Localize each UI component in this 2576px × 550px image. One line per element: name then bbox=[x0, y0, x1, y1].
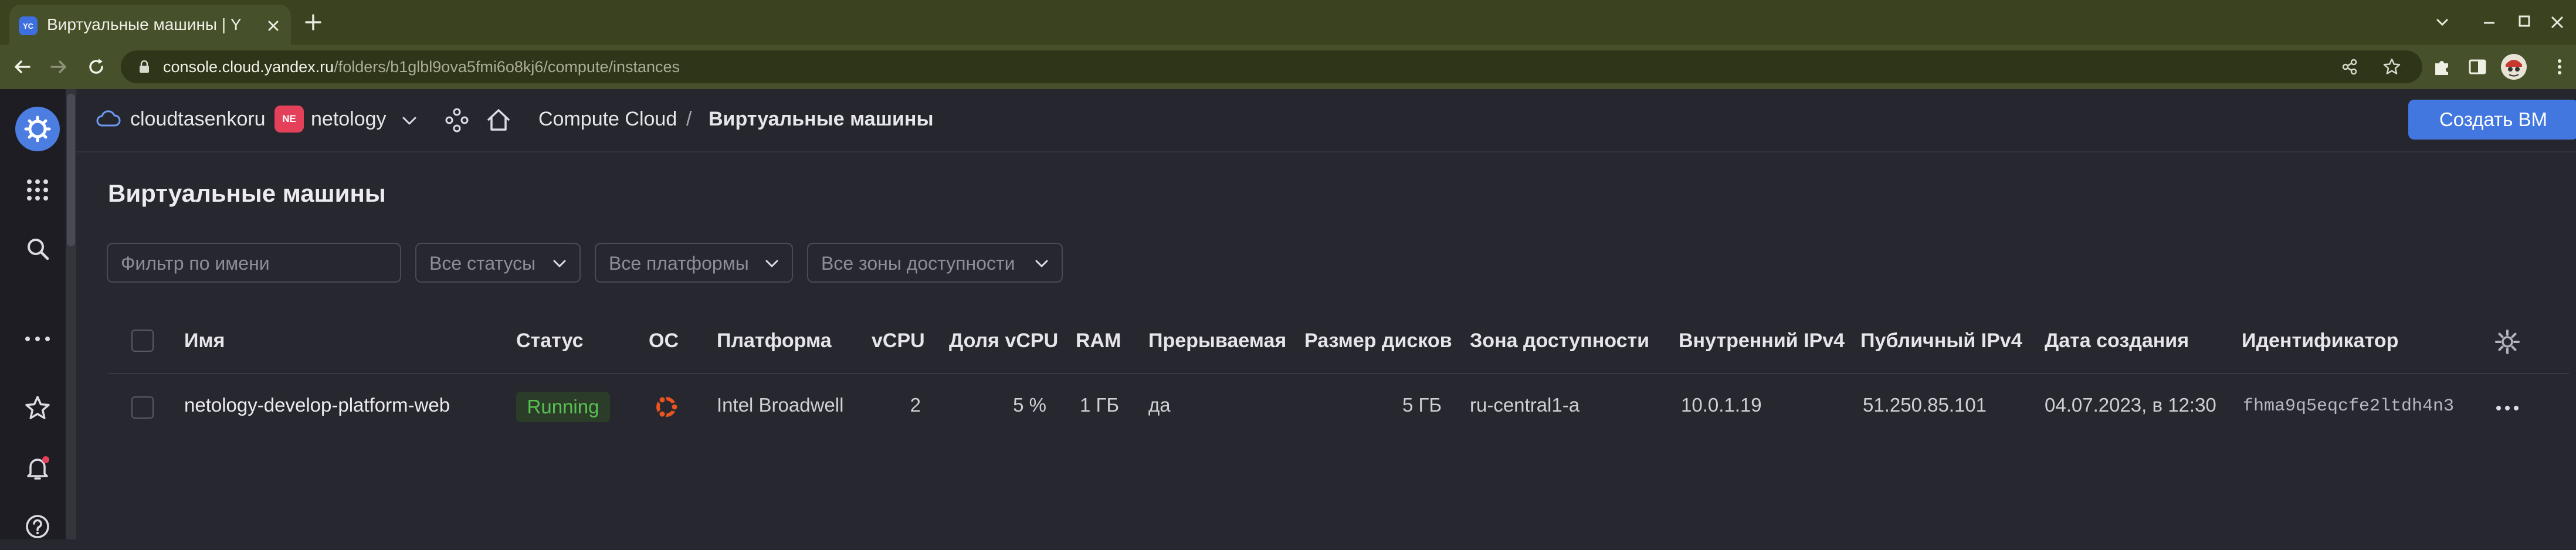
rail-all-services-button[interactable] bbox=[14, 167, 61, 213]
address-bar[interactable]: console.cloud.yandex.ru/folders/b1glbl9o… bbox=[121, 50, 2422, 83]
browser-title-bar: YC Виртуальные машины | Y bbox=[0, 0, 2576, 45]
ram-cell: 1 ГБ bbox=[1079, 394, 1119, 416]
help-icon bbox=[26, 515, 49, 538]
lock-icon[interactable] bbox=[136, 59, 152, 75]
column-header-status[interactable]: Статус bbox=[516, 330, 584, 352]
breadcrumb-current-page: Виртуальные машины bbox=[709, 108, 934, 130]
vm-id-cell[interactable]: fhma9q5eqcfe2ltdh4n3 bbox=[2243, 396, 2454, 416]
status-badge: Running bbox=[516, 392, 610, 422]
star-icon bbox=[25, 396, 50, 419]
tab-favicon-icon: YC bbox=[19, 16, 38, 35]
column-header-id[interactable]: Идентификатор bbox=[2242, 330, 2398, 352]
column-header-vcpu[interactable]: vCPU bbox=[872, 330, 925, 352]
internal-ip-cell: 10.0.1.19 bbox=[1681, 394, 1762, 416]
rail-favorites-button[interactable] bbox=[14, 385, 61, 432]
column-header-vcpu-share[interactable]: Доля vCPU bbox=[949, 330, 1058, 352]
minimize-icon[interactable] bbox=[2475, 8, 2503, 36]
cloud-selector[interactable]: cloudtasenkoru bbox=[130, 108, 266, 131]
name-filter-placeholder: Фильтр по имени bbox=[121, 253, 270, 274]
zone-filter-value: Все зоны доступности bbox=[821, 253, 1015, 274]
resource-hierarchy-icon[interactable] bbox=[443, 107, 470, 134]
column-header-disk-size[interactable]: Размер дисков bbox=[1304, 330, 1452, 352]
chevron-down-icon[interactable] bbox=[2428, 8, 2456, 36]
side-panel-icon[interactable] bbox=[2467, 56, 2488, 77]
create-vm-button[interactable]: Создать ВМ bbox=[2408, 100, 2576, 140]
platform-filter-select[interactable]: Все платформы bbox=[595, 243, 793, 283]
close-icon[interactable] bbox=[263, 15, 284, 36]
rail-help-button[interactable] bbox=[14, 503, 61, 550]
chevron-down-icon bbox=[553, 260, 566, 267]
table-header-divider bbox=[108, 373, 2569, 374]
zone-filter-select[interactable]: Все зоны доступности bbox=[807, 243, 1063, 283]
chevron-down-icon[interactable] bbox=[400, 113, 419, 129]
rail-scrollbar-thumb[interactable] bbox=[67, 94, 75, 246]
url-path: /folders/b1glbl9ova5fmi6o8kj6/compute/in… bbox=[334, 58, 680, 76]
column-header-platform[interactable]: Платформа bbox=[717, 330, 832, 352]
folder-selector[interactable]: netology bbox=[311, 108, 387, 131]
zone-cell: ru-central1-a bbox=[1470, 394, 1580, 416]
column-header-zone[interactable]: Зона доступности bbox=[1470, 330, 1649, 352]
cloud-icon bbox=[96, 110, 121, 127]
status-filter-select[interactable]: Все статусы bbox=[415, 243, 581, 283]
column-header-name[interactable]: Имя bbox=[184, 330, 225, 352]
public-ip-cell: 51.250.85.101 bbox=[1863, 394, 1987, 416]
rail-more-button[interactable] bbox=[14, 315, 61, 362]
browser-toolbar: console.cloud.yandex.ru/folders/b1glbl9o… bbox=[0, 45, 2576, 89]
chevron-down-icon bbox=[765, 260, 778, 267]
home-icon[interactable] bbox=[484, 106, 513, 134]
share-icon[interactable] bbox=[2340, 57, 2359, 76]
platform-cell: Intel Broadwell bbox=[717, 394, 844, 416]
url-text: console.cloud.yandex.ru/folders/b1glbl9o… bbox=[163, 58, 680, 76]
extensions-puzzle-icon[interactable] bbox=[2432, 56, 2453, 77]
vcpu-cell: 2 bbox=[910, 394, 921, 416]
rail-compute-button[interactable] bbox=[14, 106, 61, 152]
ubuntu-icon bbox=[656, 395, 679, 419]
apps-grid-icon bbox=[27, 179, 48, 201]
breadcrumb-separator: / bbox=[686, 108, 692, 130]
folder-avatar-badge: NE bbox=[274, 106, 304, 133]
column-header-os[interactable]: ОС bbox=[649, 330, 679, 352]
select-all-checkbox[interactable] bbox=[131, 330, 154, 352]
profile-avatar-icon bbox=[2501, 54, 2527, 80]
chevron-down-icon bbox=[1035, 260, 1048, 267]
table-settings-gear-icon[interactable] bbox=[2494, 328, 2521, 355]
column-header-created[interactable]: Дата создания bbox=[2045, 330, 2189, 352]
rail-notifications-button[interactable] bbox=[14, 444, 61, 491]
console-header: cloudtasenkoru NE netology Compute Cloud… bbox=[76, 89, 2576, 152]
bell-icon bbox=[27, 456, 49, 480]
reload-icon[interactable] bbox=[84, 55, 108, 79]
platform-filter-value: Все платформы bbox=[609, 253, 749, 274]
column-header-ram[interactable]: RAM bbox=[1076, 330, 1121, 352]
created-cell: 04.07.2023, в 12:30 bbox=[2045, 394, 2216, 416]
profile-avatar[interactable] bbox=[2501, 54, 2527, 80]
page-title: Виртуальные машины bbox=[108, 179, 386, 207]
disk-size-cell: 5 ГБ bbox=[1402, 394, 1442, 416]
back-arrow-icon[interactable] bbox=[11, 55, 34, 79]
compute-gear-icon bbox=[15, 107, 60, 151]
new-tab-plus-icon[interactable] bbox=[303, 12, 324, 33]
tab-title: Виртуальные машины | Y bbox=[47, 15, 242, 33]
url-host: console.cloud.yandex.ru bbox=[163, 58, 334, 76]
row-actions-menu-icon[interactable] bbox=[2494, 402, 2521, 414]
browser-menu-icon[interactable] bbox=[2549, 56, 2570, 77]
column-header-public-ip[interactable]: Публичный IPv4 bbox=[1860, 330, 2022, 352]
vm-name-link[interactable]: netology-develop-platform-web bbox=[184, 394, 450, 416]
browser-tab[interactable]: YC Виртуальные машины | Y bbox=[9, 5, 291, 45]
more-dots-icon bbox=[25, 337, 50, 341]
name-filter-input[interactable]: Фильтр по имени bbox=[107, 243, 401, 283]
status-filter-value: Все статусы bbox=[429, 253, 536, 274]
row-select-checkbox[interactable] bbox=[131, 396, 154, 419]
rail-search-button[interactable] bbox=[14, 225, 61, 272]
bookmark-star-icon[interactable] bbox=[2382, 57, 2401, 76]
close-window-icon[interactable] bbox=[2543, 8, 2571, 36]
search-icon bbox=[28, 239, 49, 260]
vcpu-share-cell: 5 % bbox=[1013, 394, 1046, 416]
column-header-internal-ip[interactable]: Внутренний IPv4 bbox=[1679, 330, 1845, 352]
column-header-preemptible[interactable]: Прерываемая bbox=[1148, 330, 1286, 352]
maximize-icon[interactable] bbox=[2510, 8, 2538, 36]
preemptible-cell: да bbox=[1148, 394, 1171, 416]
breadcrumb-compute-cloud[interactable]: Compute Cloud bbox=[538, 108, 677, 131]
forward-arrow-icon[interactable] bbox=[47, 55, 70, 79]
